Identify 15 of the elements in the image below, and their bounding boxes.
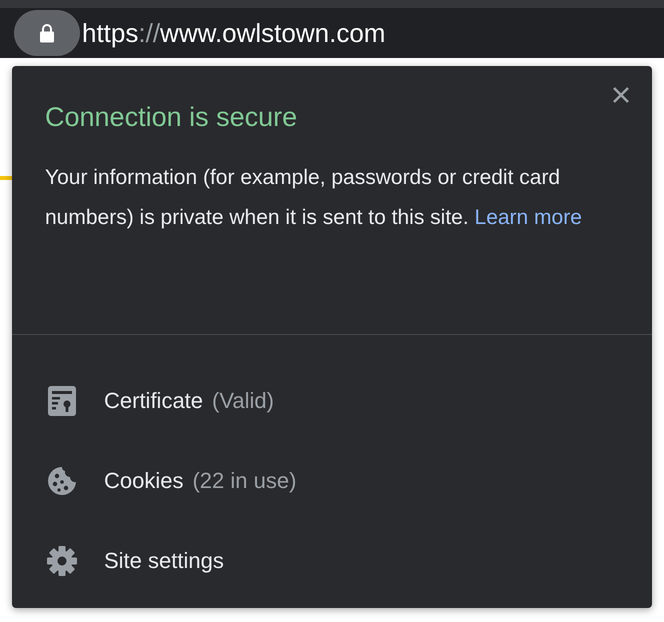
status-note: (22 in use) xyxy=(192,468,296,494)
learn-more-link[interactable]: Learn more xyxy=(474,206,582,229)
menu-item-label[interactable]: Certificate xyxy=(104,388,204,414)
popup-title: Connection is secure xyxy=(45,102,298,133)
menu-item-label[interactable]: Cookies xyxy=(104,468,184,494)
site-info-button[interactable] xyxy=(14,10,80,56)
menu-item-label[interactable]: Site settings xyxy=(104,548,224,574)
close-icon[interactable] xyxy=(612,86,630,104)
security-description: Your information (for example, passwords or credit card numbers) is private when it is sent to this site. Learn more xyxy=(45,165,583,231)
lock-icon xyxy=(38,23,56,43)
certificate-icon xyxy=(47,386,77,416)
cookie-icon xyxy=(47,466,77,496)
settings-icon xyxy=(47,546,77,576)
status-note: (Valid) xyxy=(212,388,274,414)
url-text[interactable]: https://www.owlstown.com xyxy=(82,18,386,48)
